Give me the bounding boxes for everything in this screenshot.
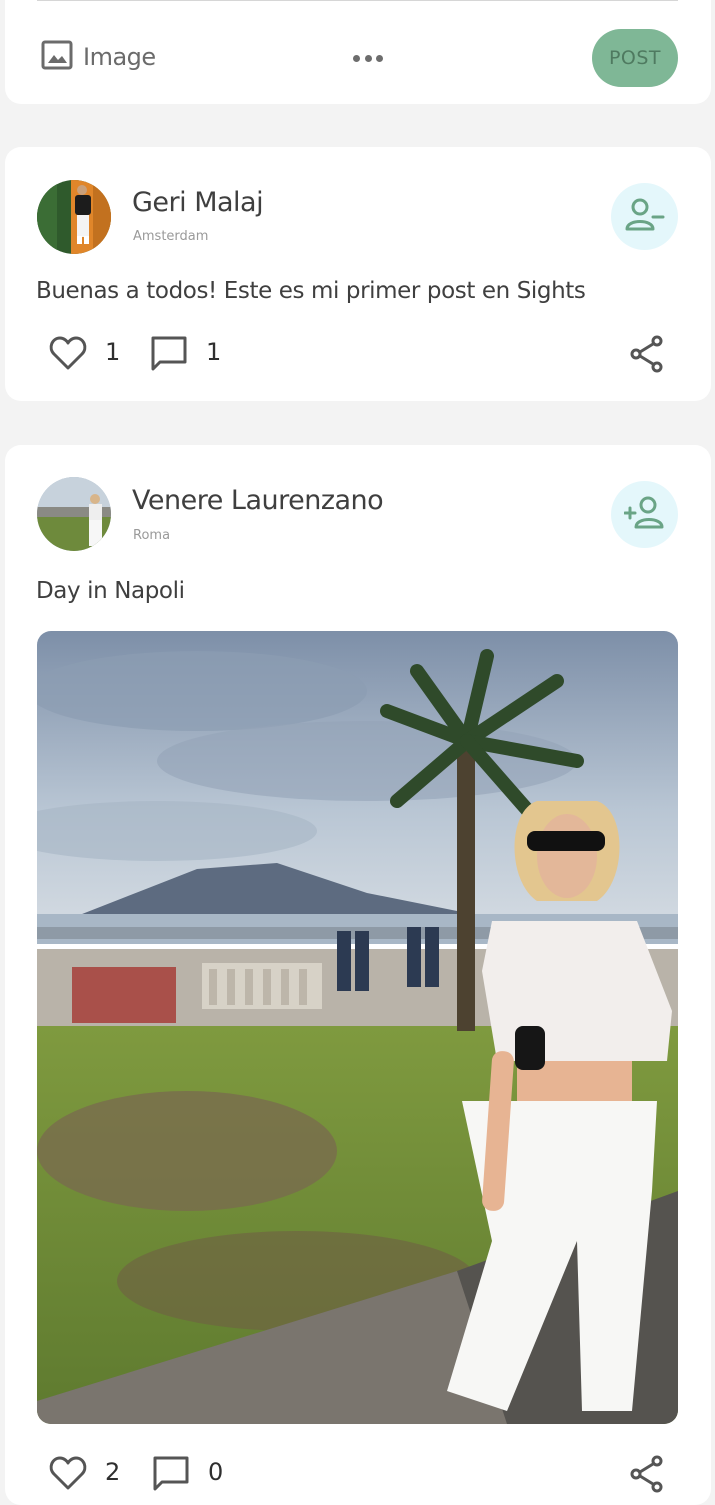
comment-count: 1 bbox=[206, 338, 222, 366]
unfollow-button[interactable] bbox=[611, 183, 678, 250]
like-count: 1 bbox=[105, 338, 121, 366]
like-count: 2 bbox=[105, 1458, 121, 1486]
more-dot bbox=[376, 54, 383, 62]
avatar[interactable] bbox=[37, 180, 111, 254]
comment-count: 0 bbox=[208, 1458, 224, 1486]
more-options-button[interactable] bbox=[353, 48, 383, 68]
post-image[interactable] bbox=[37, 631, 678, 1424]
comment-button[interactable] bbox=[150, 335, 188, 377]
more-dot bbox=[353, 54, 360, 62]
composer-divider bbox=[37, 0, 678, 1]
person-add-icon bbox=[623, 495, 666, 535]
share-icon bbox=[629, 335, 665, 377]
like-button[interactable] bbox=[49, 335, 87, 375]
more-dot bbox=[364, 54, 372, 62]
post-text: Buenas a todos! Este es mi primer post e… bbox=[36, 278, 586, 304]
avatar[interactable] bbox=[37, 477, 111, 551]
author-name[interactable]: Geri Malaj bbox=[132, 187, 264, 218]
like-button[interactable] bbox=[49, 1455, 87, 1495]
add-image-button[interactable]: Image bbox=[41, 39, 156, 75]
post-text: Day in Napoli bbox=[36, 578, 185, 604]
heart-icon bbox=[49, 335, 87, 375]
comment-icon bbox=[150, 335, 188, 377]
author-location: Roma bbox=[133, 528, 171, 543]
follow-button[interactable] bbox=[611, 481, 678, 548]
post-card: Geri Malaj Amsterdam Buenas a todos! Est… bbox=[5, 147, 711, 401]
composer-card: Image POST bbox=[5, 0, 711, 104]
person-remove-icon bbox=[625, 197, 665, 237]
post-button[interactable]: POST bbox=[592, 29, 678, 87]
add-image-label: Image bbox=[83, 43, 156, 71]
author-location: Amsterdam bbox=[133, 229, 209, 244]
author-name[interactable]: Venere Laurenzano bbox=[132, 485, 384, 516]
image-icon bbox=[41, 39, 73, 75]
heart-icon bbox=[49, 1455, 87, 1495]
post-card: Venere Laurenzano Roma Day in Napoli 2 0 bbox=[5, 445, 711, 1505]
share-button[interactable] bbox=[629, 335, 665, 377]
